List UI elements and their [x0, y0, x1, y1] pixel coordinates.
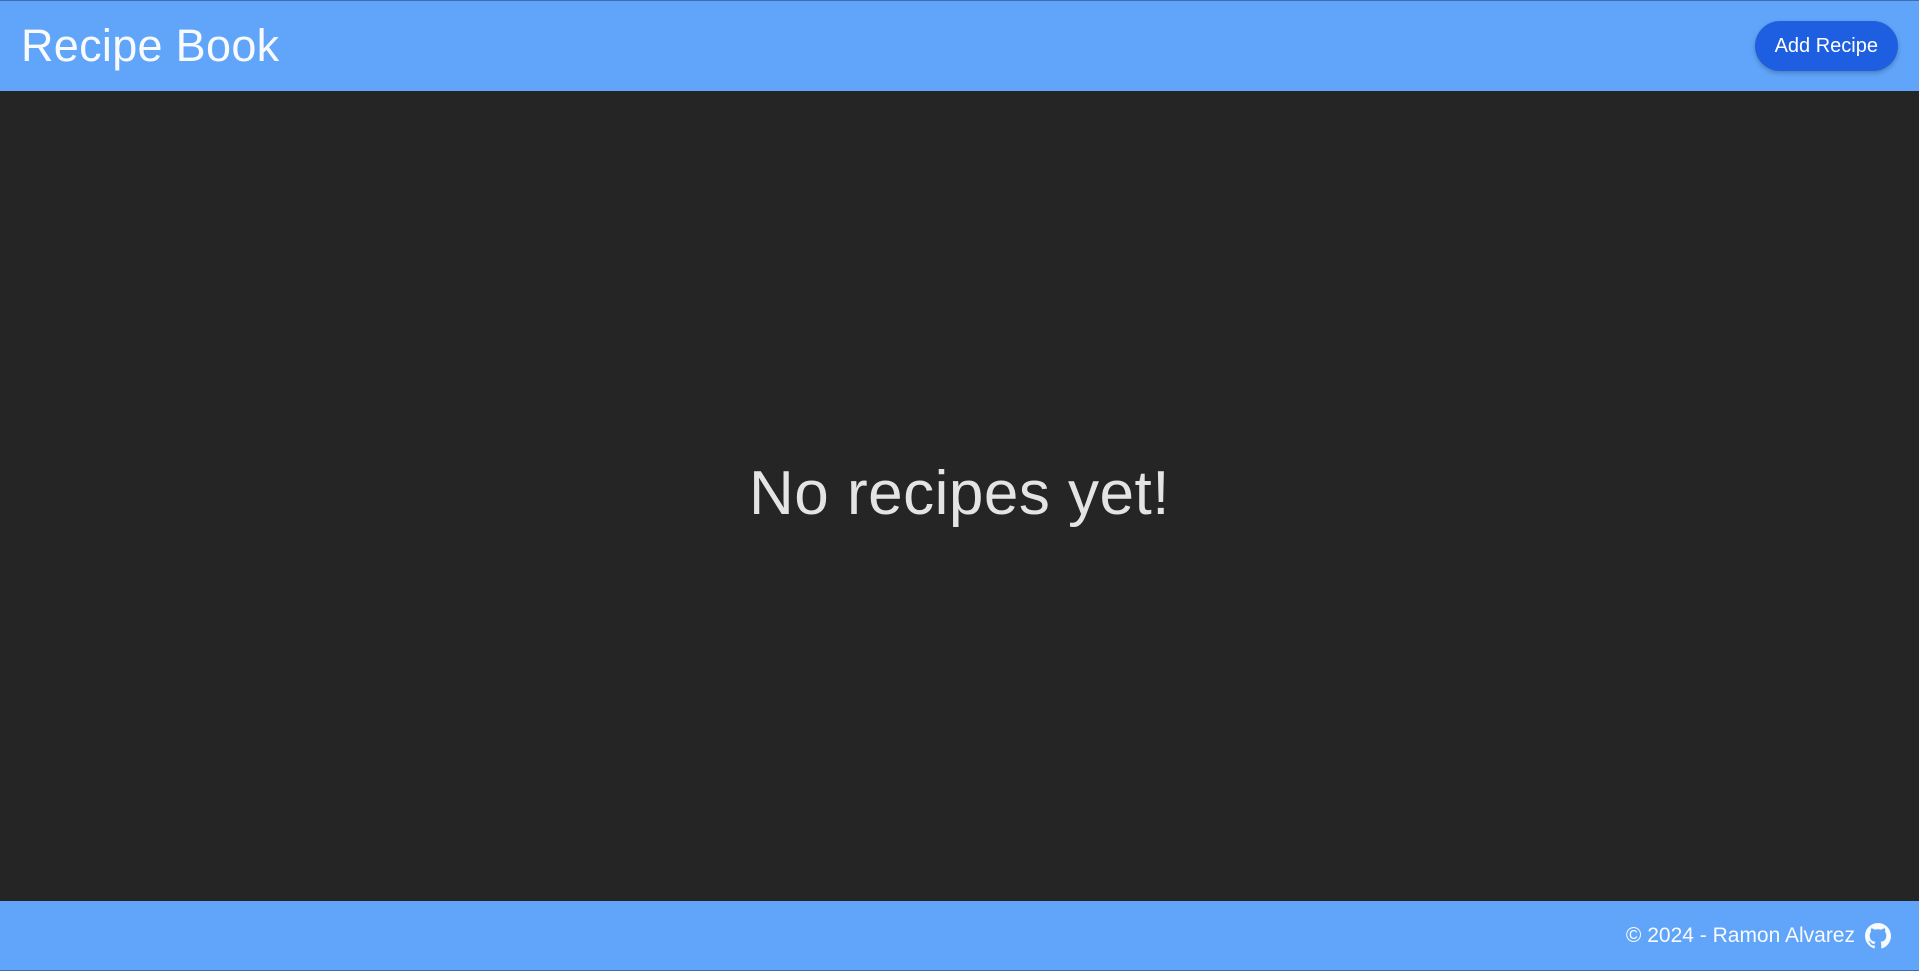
recipe-list-area: No recipes yet!	[0, 91, 1919, 901]
copyright-text: © 2024 - Ramon Alvarez	[1625, 923, 1855, 947]
app-root: Recipe Book Add Recipe No recipes yet! ©…	[0, 0, 1919, 971]
empty-state-message: No recipes yet!	[748, 458, 1170, 528]
app-header: Recipe Book Add Recipe	[0, 0, 1919, 91]
app-footer: © 2024 - Ramon Alvarez	[0, 901, 1919, 971]
app-title: Recipe Book	[21, 20, 280, 71]
add-recipe-button[interactable]: Add Recipe	[1754, 21, 1898, 71]
github-icon[interactable]	[1865, 922, 1891, 949]
